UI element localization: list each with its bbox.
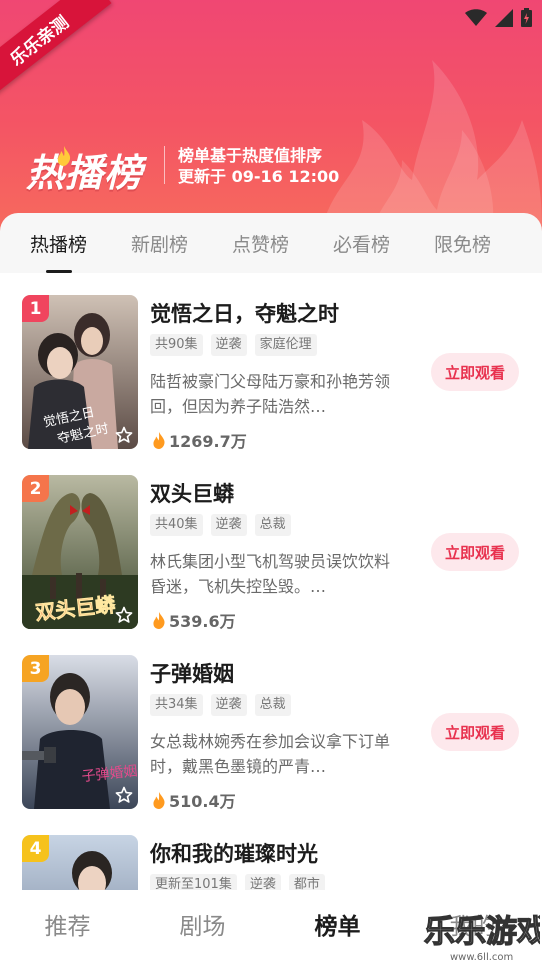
nav-theater[interactable]: 剧场 (135, 890, 270, 965)
ranking-basis-text: 榜单基于热度值排序 (178, 146, 323, 165)
tab-must-watch[interactable]: 必看榜 (311, 230, 412, 257)
drama-list: 觉悟之日 夺魁之时 1 觉悟之日，夺魁之时 共90集 逆袭 家庭伦理 陆哲被豪门… (0, 273, 542, 890)
flame-icon (153, 791, 165, 809)
tab-free[interactable]: 限免榜 (412, 230, 513, 257)
heat-value: 510.4万 (152, 788, 236, 812)
header-divider (164, 146, 165, 184)
drama-title[interactable]: 觉悟之日，夺魁之时 (150, 298, 339, 328)
rank-badge: 4 (22, 835, 49, 862)
drama-description: 陆哲被豪门父母陆万豪和孙艳芳领回，但因为养子陆浩然… (150, 372, 391, 416)
genre-tag: 都市 (288, 874, 325, 890)
genre-tag: 家庭伦理 (254, 334, 317, 356)
tab-likes[interactable]: 点赞榜 (210, 230, 311, 257)
page-title: 热播榜 (26, 151, 144, 195)
wifi-icon (465, 8, 487, 26)
star-outline-icon[interactable] (115, 786, 133, 804)
rank-badge: 1 (22, 295, 49, 322)
tag-list: 共40集 逆袭 总裁 (150, 514, 291, 536)
rank-badge: 3 (22, 655, 49, 682)
drama-title[interactable]: 你和我的璀璨时光 (150, 838, 318, 868)
genre-tag: 逆袭 (210, 694, 247, 716)
genre-tag: 逆袭 (244, 874, 281, 890)
flame-icon (153, 611, 165, 629)
watermark-text: 乐乐游戏 (424, 914, 540, 950)
list-item[interactable]: 4 你和我的璀璨时光 更新至101集 逆袭 都市 (0, 813, 542, 890)
tag-list: 共90集 逆袭 家庭伦理 (150, 334, 317, 356)
genre-tag: 逆袭 (210, 334, 247, 356)
list-item[interactable]: 觉悟之日 夺魁之时 1 觉悟之日，夺魁之时 共90集 逆袭 家庭伦理 陆哲被豪门… (0, 273, 542, 453)
episode-count-tag: 共34集 (150, 694, 203, 716)
drama-description: 林氏集团小型飞机驾驶员误饮饮料昏迷，飞机失控坠毁。… (150, 552, 391, 596)
heat-number: 539.6万 (169, 612, 236, 631)
watch-now-button[interactable]: 立即观看 (431, 353, 519, 391)
status-bar (465, 8, 532, 27)
ranking-tabs: 热播榜 新剧榜 点赞榜 必看榜 限免榜 (0, 213, 542, 273)
title-flame-icon (57, 146, 71, 166)
drama-title[interactable]: 子弹婚姻 (150, 658, 234, 688)
genre-tag: 总裁 (254, 694, 291, 716)
list-item[interactable]: 子弹婚姻 3 子弹婚姻 共34集 逆袭 总裁 女总裁林婉秀在参加会议拿下订单时，… (0, 633, 542, 813)
watermark-url: www.6ll.com (450, 952, 513, 963)
cellular-signal-icon (495, 8, 513, 27)
tag-list: 更新至101集 逆袭 都市 (150, 874, 325, 890)
drama-title[interactable]: 双头巨蟒 (150, 478, 234, 508)
genre-tag: 逆袭 (210, 514, 247, 536)
tag-list: 共34集 逆袭 总裁 (150, 694, 291, 716)
drama-poster[interactable]: 觉悟之日 夺魁之时 1 (22, 295, 138, 449)
episode-count-tag: 更新至101集 (150, 874, 237, 890)
nav-recommend[interactable]: 推荐 (0, 890, 135, 965)
episode-count-tag: 共90集 (150, 334, 203, 356)
heat-value: 539.6万 (152, 608, 236, 632)
rank-badge: 2 (22, 475, 49, 502)
drama-poster[interactable]: 4 (22, 835, 138, 890)
battery-charging-icon (521, 8, 532, 27)
heat-number: 1269.7万 (169, 432, 247, 451)
star-outline-icon[interactable] (115, 606, 133, 624)
drama-poster[interactable]: 子弹婚姻 3 (22, 655, 138, 809)
tab-hot[interactable]: 热播榜 (8, 230, 109, 273)
drama-description: 女总裁林婉秀在参加会议拿下订单时，戴黑色墨镜的严青… (150, 732, 391, 776)
heat-value: 1269.7万 (152, 428, 247, 452)
drama-poster[interactable]: 双头巨蟒 2 (22, 475, 138, 629)
nav-ranking[interactable]: 榜单 (270, 890, 405, 965)
update-time-text: 更新于 09-16 12:00 (178, 167, 340, 186)
watch-now-button[interactable]: 立即观看 (431, 713, 519, 751)
flame-icon (153, 431, 165, 449)
star-outline-icon[interactable] (115, 426, 133, 444)
header-subtitle: 榜单基于热度值排序 更新于 09-16 12:00 (178, 145, 339, 187)
tab-new[interactable]: 新剧榜 (109, 230, 210, 257)
episode-count-tag: 共40集 (150, 514, 203, 536)
watermark-logo: 乐乐游戏 www.6ll.com (423, 913, 540, 963)
watch-now-button[interactable]: 立即观看 (431, 533, 519, 571)
genre-tag: 总裁 (254, 514, 291, 536)
list-item[interactable]: 双头巨蟒 2 双头巨蟒 共40集 逆袭 总裁 林氏集团小型飞机驾驶员误饮饮料昏迷… (0, 453, 542, 633)
heat-number: 510.4万 (169, 792, 236, 811)
